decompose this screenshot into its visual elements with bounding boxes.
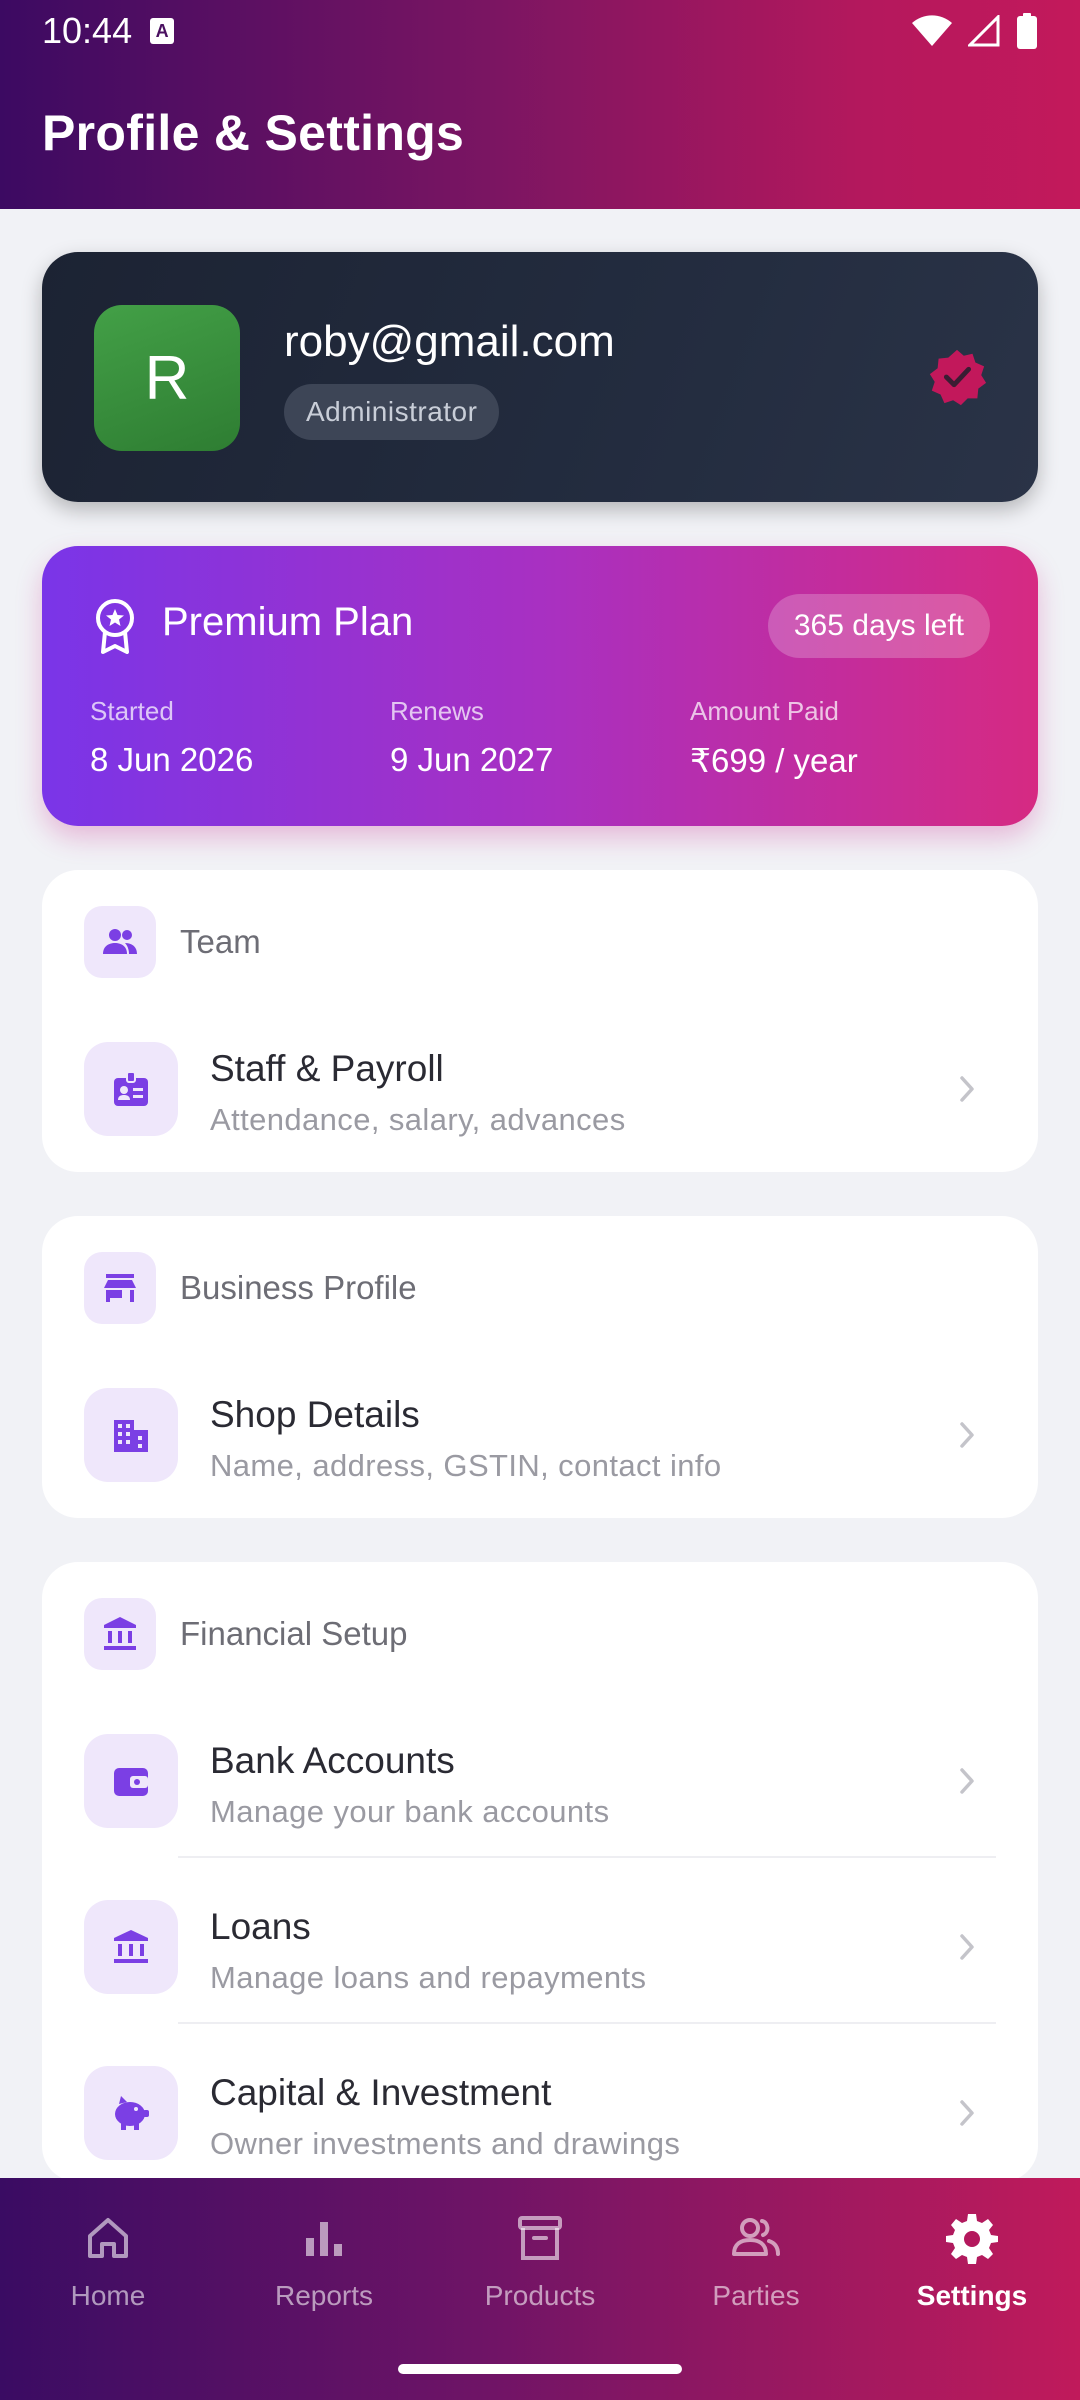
- chevron-right-icon: [960, 1934, 974, 1960]
- avatar: R: [94, 305, 240, 451]
- row-title: Capital & Investment: [210, 2072, 552, 2113]
- row-title: Bank Accounts: [210, 1740, 455, 1781]
- plan-paid-value: ₹699 / year: [690, 742, 858, 779]
- wifi-icon: [912, 15, 952, 46]
- piggy-bank-icon: [84, 2066, 178, 2160]
- badge-icon: [84, 1042, 178, 1136]
- chevron-right-icon: [960, 1768, 974, 1794]
- row-title: Shop Details: [210, 1394, 420, 1435]
- nav-home[interactable]: Home: [0, 2210, 216, 2312]
- page-title: Profile & Settings: [42, 105, 465, 161]
- section-team: Team Staff & Payroll Attendance, salary,…: [42, 870, 1038, 1172]
- wallet-icon: [84, 1734, 178, 1828]
- section-title-team: Team: [180, 923, 261, 960]
- divider: [178, 2022, 996, 2024]
- row-subtitle: Attendance, salary, advances: [210, 1102, 626, 1137]
- plan-renews-label: Renews: [390, 696, 484, 726]
- list-item-capital-investment[interactable]: Capital & Investment Owner investments a…: [42, 2030, 1038, 2196]
- section-business-profile: Business Profile Shop Details Name, addr…: [42, 1216, 1038, 1518]
- chevron-right-icon: [960, 1076, 974, 1102]
- nav-label: Home: [70, 2280, 146, 2311]
- home-indicator[interactable]: [398, 2364, 682, 2374]
- store-icon: [84, 1252, 156, 1324]
- list-item-shop-details[interactable]: Shop Details Name, address, GSTIN, conta…: [42, 1352, 1038, 1518]
- people-icon: [732, 2218, 780, 2256]
- plan-paid: Amount Paid ₹699 / year: [690, 696, 858, 780]
- signal-icon: [968, 15, 1000, 47]
- notification-a-icon: A: [150, 18, 175, 44]
- bank-icon: [84, 1598, 156, 1670]
- plan-renews: Renews 9 Jun 2027: [390, 696, 553, 779]
- nav-label: Reports: [274, 2280, 374, 2311]
- gear-icon: [946, 2214, 998, 2264]
- nav-reports[interactable]: Reports: [216, 2210, 432, 2312]
- plan-paid-label: Amount Paid: [690, 696, 839, 726]
- plan-renews-value: 9 Jun 2027: [390, 741, 554, 778]
- nav-products[interactable]: Products: [432, 2210, 648, 2312]
- building-icon: [84, 1388, 178, 1482]
- status-time: 10:44: [42, 10, 133, 51]
- row-subtitle: Owner investments and drawings: [210, 2126, 681, 2161]
- verified-badge-icon: [929, 349, 987, 406]
- status-bar: 10:44 A: [0, 0, 1080, 62]
- row-subtitle: Manage your bank accounts: [210, 1794, 610, 1829]
- award-icon: [96, 599, 134, 654]
- battery-icon: [1017, 13, 1037, 49]
- plan-started-value: 8 Jun 2026: [90, 741, 254, 778]
- nav-settings[interactable]: Settings: [864, 2210, 1080, 2312]
- role-badge: Administrator: [284, 384, 500, 440]
- bank-icon: [84, 1900, 178, 1994]
- archive-box-icon: [518, 2216, 562, 2260]
- nav-label: Parties: [712, 2280, 800, 2311]
- section-title-financial: Financial Setup: [180, 1615, 408, 1652]
- plan-started-label: Started: [90, 696, 174, 726]
- bar-chart-icon: [306, 2222, 342, 2256]
- chevron-right-icon: [960, 1422, 974, 1448]
- profile-email: roby@gmail.com: [284, 317, 615, 366]
- home-icon: [88, 2218, 128, 2258]
- team-icon: [84, 906, 156, 978]
- app-header: 10:44 A Profile & Settings: [0, 0, 1080, 209]
- premium-plan-card[interactable]: Premium Plan 365 days left Started 8 Jun…: [42, 546, 1038, 826]
- plan-started: Started 8 Jun 2026: [90, 696, 253, 779]
- list-item-loans[interactable]: Loans Manage loans and repayments: [42, 1864, 1038, 2030]
- nav-label: Products: [484, 2280, 596, 2311]
- list-item-staff-payroll[interactable]: Staff & Payroll Attendance, salary, adva…: [42, 1006, 1038, 1172]
- list-item-bank-accounts[interactable]: Bank Accounts Manage your bank accounts: [42, 1698, 1038, 1864]
- plan-title: Premium Plan: [162, 600, 414, 644]
- section-financial-setup: Financial Setup Bank Accounts Manage you…: [42, 1562, 1038, 2182]
- nav-label: Settings: [916, 2280, 1028, 2311]
- nav-parties[interactable]: Parties: [648, 2210, 864, 2312]
- row-subtitle: Manage loans and repayments: [210, 1960, 647, 1995]
- section-title-business: Business Profile: [180, 1269, 417, 1306]
- days-left-badge: 365 days left: [767, 594, 990, 658]
- profile-card[interactable]: R roby@gmail.com Administrator: [42, 252, 1038, 502]
- row-title: Staff & Payroll: [210, 1048, 444, 1089]
- row-title: Loans: [210, 1906, 311, 1947]
- row-subtitle: Name, address, GSTIN, contact info: [210, 1448, 722, 1483]
- divider: [178, 1856, 996, 1858]
- chevron-right-icon: [960, 2100, 974, 2126]
